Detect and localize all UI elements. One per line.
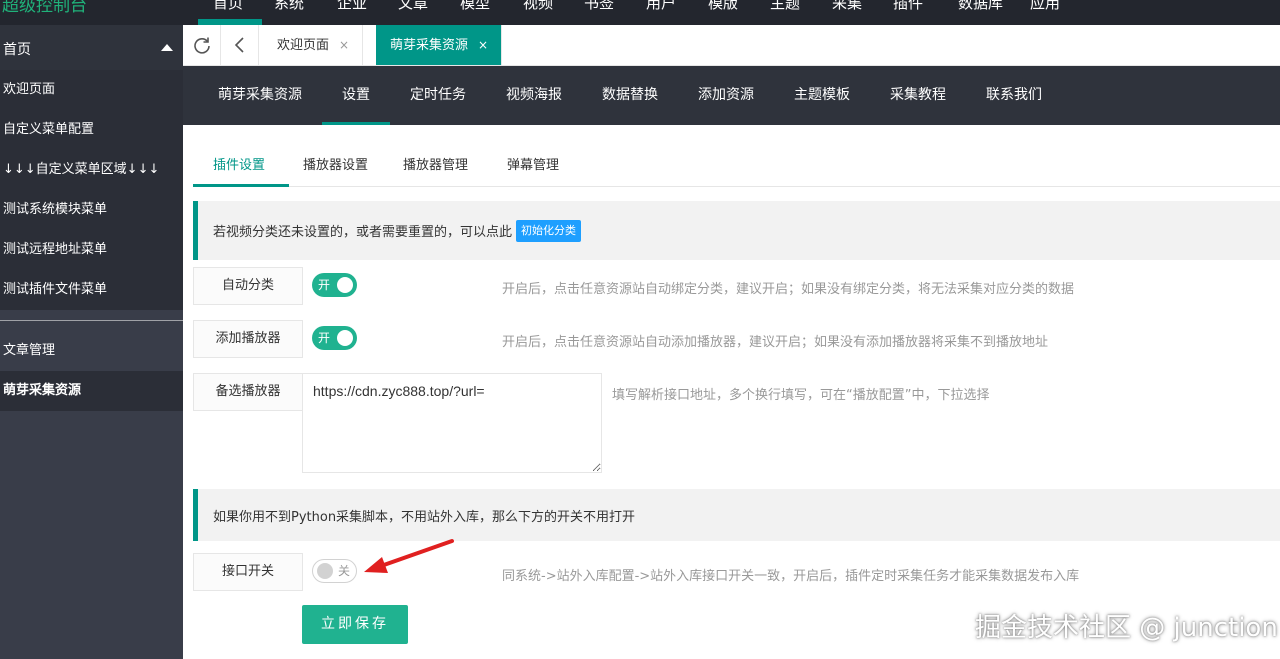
top-nav-home[interactable]: 首页 <box>213 0 243 13</box>
subtab-danmaku-management[interactable]: 弹幕管理 <box>507 145 559 186</box>
tab-label: 萌芽采集资源 <box>390 38 469 53</box>
plugin-nav-scheduled-tasks[interactable]: 定时任务 <box>410 66 466 125</box>
top-bar: 超级控制台 首页 系统 企业 文章 模型 视频 书签 用户 模版 主题 采集 插… <box>0 0 1280 25</box>
sidebar-group-home[interactable]: 首页 <box>0 25 183 70</box>
chevron-left-icon <box>234 37 244 53</box>
refresh-button[interactable] <box>183 25 221 65</box>
backup-player-hint: 填写解析接口地址，多个换行填写，可在“播放配置”中，下拉选择 <box>612 388 990 403</box>
plugin-nav-video-poster[interactable]: 视频海报 <box>506 66 562 125</box>
tab-welcome[interactable]: 欢迎页面 × <box>263 25 364 65</box>
red-arrow-annotation <box>364 539 454 573</box>
settings-subtabs: 插件设置 播放器设置 播放器管理 弹幕管理 <box>193 145 1280 187</box>
init-category-notice: 若视频分类还未设置的，或者需要重置的，可以点此 初始化分类 <box>193 201 1280 260</box>
subtab-active-indicator <box>193 184 289 187</box>
plugin-nav-data-replace[interactable]: 数据替换 <box>602 66 658 125</box>
top-nav-video[interactable]: 视频 <box>523 0 553 13</box>
backup-player-label: 备选播放器 <box>193 373 303 411</box>
subtab-plugin-settings[interactable]: 插件设置 <box>213 145 265 186</box>
auto-category-label: 自动分类 <box>193 267 303 305</box>
init-category-button[interactable]: 初始化分类 <box>516 219 582 242</box>
top-nav-plugin[interactable]: 插件 <box>893 0 923 13</box>
api-switch-label: 接口开关 <box>193 553 303 591</box>
switch-knob <box>317 563 333 579</box>
switch-state-text: 开 <box>318 331 331 345</box>
top-nav-database[interactable]: 数据库 <box>958 0 1003 13</box>
plugin-nav: 萌芽采集资源 设置 定时任务 视频海报 数据替换 添加资源 主题模板 采集教程 … <box>183 66 1280 125</box>
add-player-label: 添加播放器 <box>193 320 303 358</box>
save-button[interactable]: 立即保存 <box>302 605 408 644</box>
subtab-player-settings[interactable]: 播放器设置 <box>303 145 368 186</box>
tab-label: 欢迎页面 <box>277 38 330 53</box>
sidebar-item-test-remote-url[interactable]: 测试远程地址菜单 <box>0 230 183 270</box>
switch-knob <box>337 277 353 293</box>
caret-up-icon <box>161 44 173 51</box>
add-player-switch[interactable]: 开 <box>312 326 357 350</box>
refresh-icon <box>193 37 210 54</box>
page-tab-strip: 欢迎页面 × 萌芽采集资源 × <box>183 25 1280 66</box>
back-button[interactable] <box>221 25 259 65</box>
plugin-nav-resources[interactable]: 萌芽采集资源 <box>218 66 302 125</box>
sidebar: 首页 欢迎页面 自定义菜单配置 ↓↓↓自定义菜单区域↓↓↓ 测试系统模块菜单 测… <box>0 25 183 659</box>
plugin-nav-theme-template[interactable]: 主题模板 <box>794 66 850 125</box>
plugin-nav-add-resource[interactable]: 添加资源 <box>698 66 754 125</box>
api-switch-toggle[interactable]: 关 <box>312 559 357 583</box>
sidebar-item-test-system-module[interactable]: 测试系统模块菜单 <box>0 190 183 230</box>
sidebar-group-label: 首页 <box>3 42 31 58</box>
api-switch-hint: 同系统->站外入库配置->站外入库接口开关一致，开启后，插件定时采集任务才能采集… <box>502 569 1080 584</box>
subtab-player-management[interactable]: 播放器管理 <box>403 145 468 186</box>
top-nav-template[interactable]: 模版 <box>708 0 738 13</box>
top-nav-system[interactable]: 系统 <box>274 0 304 13</box>
top-nav-enterprise[interactable]: 企业 <box>337 0 367 13</box>
sidebar-item-custom-menu-config[interactable]: 自定义菜单配置 <box>0 110 183 150</box>
sidebar-item-welcome[interactable]: 欢迎页面 <box>0 70 183 110</box>
watermark: 掘金技术社区 @ junction <box>975 613 1278 643</box>
notice-text: 若视频分类还未设置的，或者需要重置的，可以点此 <box>213 225 513 240</box>
backup-player-textarea[interactable]: https://cdn.zyc888.top/?url= <box>302 373 602 473</box>
plugin-nav-active-indicator <box>322 122 390 125</box>
notice-text: 如果你用不到Python采集脚本，不用站外入库，那么下方的开关不用打开 <box>213 509 636 525</box>
close-icon[interactable]: × <box>339 38 349 52</box>
plugin-nav-contact[interactable]: 联系我们 <box>986 66 1042 125</box>
switch-state-text: 开 <box>318 278 331 292</box>
switch-state-text: 关 <box>338 564 351 578</box>
auto-category-switch[interactable]: 开 <box>312 273 357 297</box>
top-nav-app[interactable]: 应用 <box>1030 0 1060 13</box>
close-icon[interactable]: × <box>478 38 488 52</box>
top-nav-collect[interactable]: 采集 <box>832 0 862 13</box>
plugin-nav-settings[interactable]: 设置 <box>342 66 370 125</box>
top-nav-user[interactable]: 用户 <box>646 0 676 13</box>
plugin-nav-tutorial[interactable]: 采集教程 <box>890 66 946 125</box>
add-player-hint: 开启后，点击任意资源站自动添加播放器，建议开启；如果没有添加播放器将采集不到播放… <box>502 335 1049 350</box>
auto-category-hint: 开启后，点击任意资源站自动绑定分类，建议开启；如果没有绑定分类，将无法采集对应分… <box>502 282 1075 297</box>
python-script-notice: 如果你用不到Python采集脚本，不用站外入库，那么下方的开关不用打开 <box>193 489 1280 541</box>
sidebar-item-mengya-collect[interactable]: 萌芽采集资源 <box>0 371 183 411</box>
sidebar-item-article-management[interactable]: 文章管理 <box>0 331 183 371</box>
tab-mengya-collect[interactable]: 萌芽采集资源 × <box>376 25 503 65</box>
top-nav-model[interactable]: 模型 <box>460 0 490 13</box>
sidebar-item-custom-menu-area[interactable]: ↓↓↓自定义菜单区域↓↓↓ <box>0 150 183 190</box>
brand-logo: 超级控制台 <box>2 0 87 16</box>
top-nav-bookmark[interactable]: 书签 <box>584 0 614 13</box>
switch-knob <box>337 330 353 346</box>
sidebar-item-test-plugin-file[interactable]: 测试插件文件菜单 <box>0 270 183 310</box>
top-nav-article[interactable]: 文章 <box>398 0 428 13</box>
top-nav-theme[interactable]: 主题 <box>770 0 800 13</box>
sidebar-divider <box>0 320 183 321</box>
